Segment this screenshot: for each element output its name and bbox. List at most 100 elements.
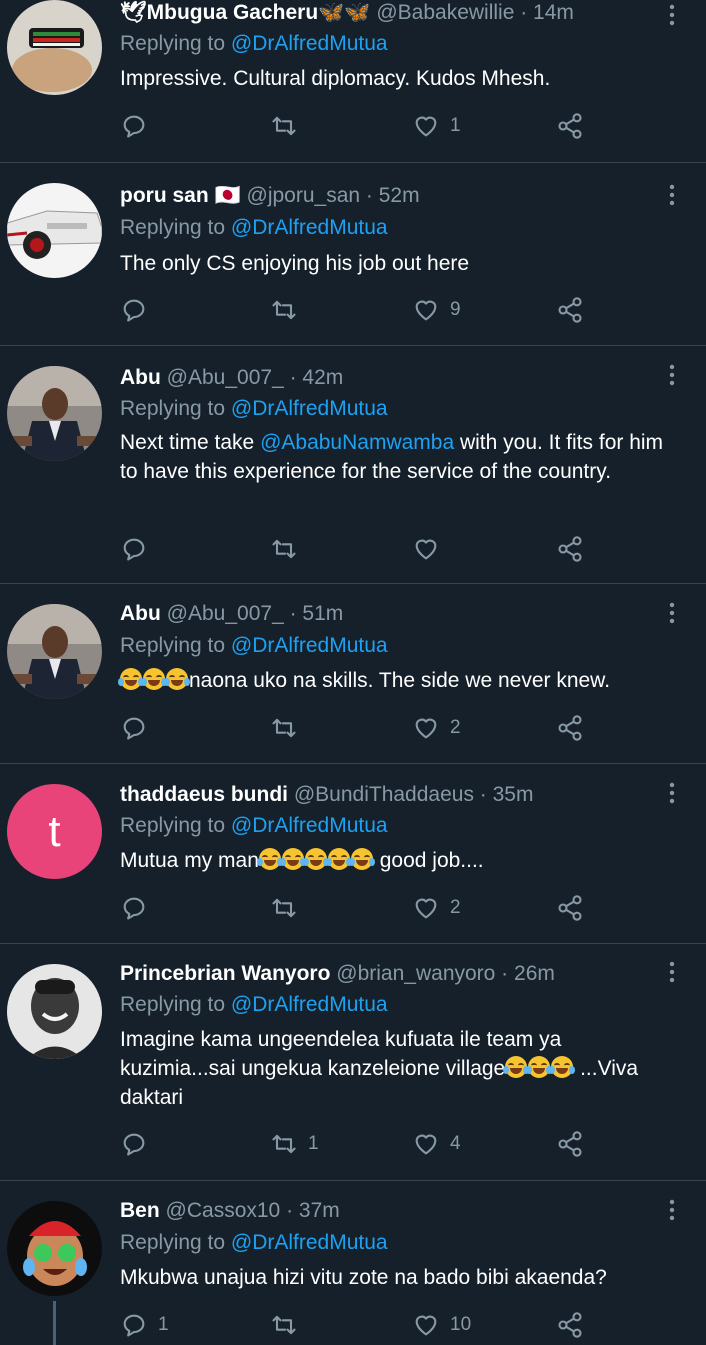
avatar[interactable] xyxy=(7,183,102,278)
share-icon xyxy=(558,1131,582,1157)
like-count: 2 xyxy=(450,717,461,738)
display-name[interactable]: thaddaeus bundi xyxy=(120,783,288,806)
display-name[interactable]: Princebrian Wanyoro xyxy=(120,962,330,985)
mention-link[interactable]: @DrAlfredMutua xyxy=(231,814,388,837)
avatar[interactable] xyxy=(7,1201,102,1296)
tears-of-joy-emoji-icon xyxy=(141,668,167,690)
like-count: 10 xyxy=(450,1314,472,1335)
tweet-header: thaddaeus bundi @BundiThaddaeus · 35m xyxy=(120,782,533,808)
rofl-emoji-icon xyxy=(549,1056,576,1078)
avatar[interactable]: t xyxy=(7,784,102,879)
mention-link[interactable]: @DrAlfredMutua xyxy=(231,397,388,420)
reply-button[interactable] xyxy=(120,109,158,143)
replying-to: Replying to @DrAlfredMutua xyxy=(120,992,388,1018)
share-button[interactable] xyxy=(556,109,584,143)
tweet-text: naona uko na skills. The side we never k… xyxy=(118,666,680,695)
like-count: 9 xyxy=(450,299,461,320)
tweet-1[interactable]: poru san 🇯🇵 @jporu_san · 52m Replying to… xyxy=(0,163,706,345)
display-name[interactable]: Abu xyxy=(120,366,161,389)
reply-button[interactable] xyxy=(120,293,158,327)
mention-link[interactable]: @DrAlfredMutua xyxy=(231,216,388,239)
like-button[interactable]: 2 xyxy=(412,891,461,925)
action-bar: 2 xyxy=(120,891,600,925)
tweet-4[interactable]: t thaddaeus bundi @BundiThaddaeus · 35m … xyxy=(0,764,706,943)
tweet-0[interactable]: 🕊Mbugua Gacheru🦋🦋 @Babakewillie · 14m Re… xyxy=(0,0,706,162)
more-options-icon[interactable] xyxy=(662,362,682,388)
rofl-emoji-icon xyxy=(526,1056,553,1078)
like-button[interactable]: 9 xyxy=(412,293,461,327)
rofl-emoji-icon xyxy=(503,1056,530,1078)
heart-icon xyxy=(415,300,437,321)
more-options-icon[interactable] xyxy=(662,1197,682,1223)
display-name[interactable]: poru san 🇯🇵 xyxy=(120,184,241,207)
tears-of-joy-emoji-icon xyxy=(118,668,144,690)
reply-button[interactable] xyxy=(120,711,158,745)
tweet-6[interactable]: Ben @Cassox10 · 37m Replying to @DrAlfre… xyxy=(0,1181,706,1345)
more-options-icon[interactable] xyxy=(662,2,682,28)
like-count: 2 xyxy=(450,897,461,918)
rofl-emoji-icon xyxy=(302,848,329,870)
reply-button[interactable] xyxy=(120,891,158,925)
retweet-button[interactable] xyxy=(270,1308,308,1342)
handle-and-time[interactable]: @BundiThaddaeus · 35m xyxy=(294,783,534,806)
replying-prefix: Replying to xyxy=(120,216,231,239)
reply-button[interactable] xyxy=(120,532,158,566)
avatar[interactable] xyxy=(7,964,102,1059)
like-button[interactable]: 2 xyxy=(412,711,461,745)
more-options-icon[interactable] xyxy=(662,600,682,626)
retweet-button[interactable] xyxy=(270,711,308,745)
display-name[interactable]: 🕊Mbugua Gacheru🦋🦋 xyxy=(120,1,370,24)
avatar[interactable] xyxy=(7,366,102,461)
more-options-icon[interactable] xyxy=(662,780,682,806)
tweet-5[interactable]: Princebrian Wanyoro @brian_wanyoro · 26m… xyxy=(0,944,706,1180)
handle-and-time[interactable]: @brian_wanyoro · 26m xyxy=(336,962,555,985)
action-bar: 9 xyxy=(120,293,600,327)
tweet-3[interactable]: Abu @Abu_007_ · 51m Replying to @DrAlfre… xyxy=(0,584,706,763)
replying-to: Replying to @DrAlfredMutua xyxy=(120,215,388,241)
retweet-button[interactable] xyxy=(270,109,308,143)
display-name[interactable]: Ben xyxy=(120,1199,160,1222)
display-name[interactable]: Abu xyxy=(120,602,161,625)
share-button[interactable] xyxy=(556,891,584,925)
share-button[interactable] xyxy=(556,1308,584,1342)
share-icon xyxy=(558,715,582,741)
handle-and-time[interactable]: @Babakewillie · 14m xyxy=(376,1,574,24)
rofl-emoji-icon xyxy=(279,848,306,870)
share-button[interactable] xyxy=(556,1127,584,1161)
retweet-button[interactable] xyxy=(270,532,308,566)
reply-button[interactable] xyxy=(120,1127,158,1161)
mention-link[interactable]: @DrAlfredMutua xyxy=(231,993,388,1016)
like-button[interactable]: 10 xyxy=(412,1308,471,1342)
timeline-feed[interactable]: 🕊Mbugua Gacheru🦋🦋 @Babakewillie · 14m Re… xyxy=(0,0,706,1345)
heart-icon xyxy=(415,116,437,137)
reply-button[interactable]: 1 xyxy=(120,1308,169,1342)
heart-icon xyxy=(415,539,437,560)
retweet-button[interactable] xyxy=(270,891,308,925)
avatar[interactable] xyxy=(7,0,102,95)
like-button[interactable] xyxy=(412,532,450,566)
mention-link[interactable]: @AbabuNamwamba xyxy=(260,431,454,454)
share-button[interactable] xyxy=(556,293,584,327)
like-button[interactable]: 1 xyxy=(412,109,461,143)
handle-and-time[interactable]: @Cassox10 · 37m xyxy=(166,1199,340,1222)
more-options-icon[interactable] xyxy=(662,182,682,208)
avatar[interactable] xyxy=(7,604,102,699)
mention-link[interactable]: @DrAlfredMutua xyxy=(231,32,388,55)
handle-and-time[interactable]: @jporu_san · 52m xyxy=(247,184,420,207)
mention-link[interactable]: @DrAlfredMutua xyxy=(231,1231,388,1254)
heart-icon xyxy=(415,898,437,919)
more-options-icon[interactable] xyxy=(662,959,682,985)
reply-icon xyxy=(123,115,145,138)
replying-to: Replying to @DrAlfredMutua xyxy=(120,396,388,422)
mention-link[interactable]: @DrAlfredMutua xyxy=(231,634,388,657)
share-button[interactable] xyxy=(556,711,584,745)
share-button[interactable] xyxy=(556,532,584,566)
text-segment: good job.... xyxy=(373,849,484,872)
retweet-button[interactable]: 1 xyxy=(270,1127,319,1161)
tweet-2[interactable]: Abu @Abu_007_ · 42m Replying to @DrAlfre… xyxy=(0,346,706,583)
handle-and-time[interactable]: @Abu_007_ · 42m xyxy=(167,366,344,389)
retweet-button[interactable] xyxy=(270,293,308,327)
handle-and-time[interactable]: @Abu_007_ · 51m xyxy=(167,602,344,625)
man-smiling-avatar-icon xyxy=(7,964,102,1059)
like-button[interactable]: 4 xyxy=(412,1127,461,1161)
